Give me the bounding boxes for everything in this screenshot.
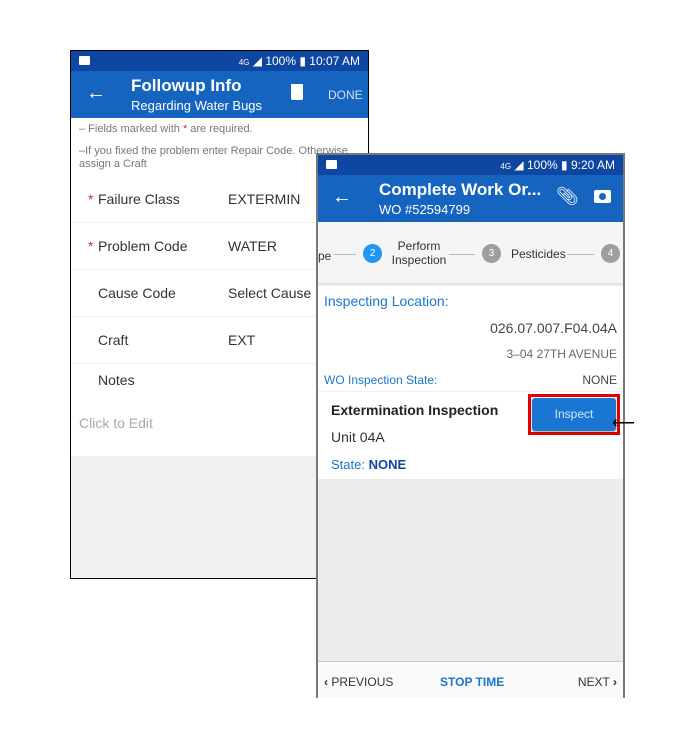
app-header: ← Followup Info Regarding Water Bugs DON… <box>71 71 368 118</box>
stepper: pe 2 Perform Inspection 3 Pesticides 4 <box>318 222 623 284</box>
complete-work-order-screen: 4G ◢ 100% ▮ 9:20 AM ← Complete Work Or..… <box>316 153 625 698</box>
page-title: Complete Work Or... <box>379 180 542 199</box>
address: 3–04 27TH AVENUE <box>506 347 617 361</box>
stop-time-button[interactable]: STOP TIME <box>440 675 504 689</box>
inspecting-location-label: Inspecting Location: <box>324 293 449 309</box>
footer-nav: ‹ PREVIOUS STOP TIME NEXT › <box>318 661 623 698</box>
previous-button[interactable]: ‹ PREVIOUS <box>324 675 393 689</box>
wo-inspection-state-label: WO Inspection State: <box>324 373 438 387</box>
page-title: Followup Info <box>131 76 242 95</box>
notes-input[interactable]: Click to Edit <box>79 415 153 431</box>
required-note: – Fields marked with * are required. <box>79 123 253 135</box>
app-header: ← Complete Work Or... WO #52594799 📎︎ <box>318 175 623 222</box>
gallery-icon <box>79 56 90 65</box>
step-2-label[interactable]: Perform Inspection <box>388 239 450 267</box>
location-code: 026.07.007.F04.04A <box>490 320 617 336</box>
step-3-label[interactable]: Pesticides <box>511 247 566 261</box>
done-button[interactable]: DONE <box>328 88 363 102</box>
work-order-number: WO #52594799 <box>379 202 471 217</box>
camera-icon[interactable] <box>594 190 611 203</box>
inspection-unit: Unit 04A <box>331 429 385 445</box>
inspection-title: Extermination Inspection <box>331 402 499 418</box>
status-info: 4G ◢ 100% ▮ 9:20 AM <box>500 158 615 172</box>
gallery-icon <box>326 160 337 169</box>
notes-label: Notes <box>98 372 135 388</box>
wo-inspection-state-value: NONE <box>582 373 617 387</box>
status-bar: 4G ◢ 100% ▮ 10:07 AM <box>71 51 368 71</box>
back-arrow-icon[interactable]: ← <box>86 82 106 105</box>
inspection-state: State: NONE <box>331 457 407 472</box>
pointer-arrow-icon: ⟵ <box>612 415 635 432</box>
step-previous-label: pe <box>318 249 332 263</box>
page-subtitle: Regarding Water Bugs <box>131 98 263 113</box>
step-3-circle[interactable]: 3 <box>482 244 501 263</box>
step-4-circle[interactable]: 4 <box>601 244 620 263</box>
inspect-button[interactable]: Inspect <box>532 398 616 431</box>
status-bar: 4G ◢ 100% ▮ 9:20 AM <box>318 155 623 175</box>
status-info: 4G ◢ 100% ▮ 10:07 AM <box>238 54 360 68</box>
step-2-circle[interactable]: 2 <box>363 244 382 263</box>
paperclip-icon[interactable]: 📎︎ <box>556 186 579 207</box>
back-arrow-icon[interactable]: ← <box>332 186 352 209</box>
location-panel: Inspecting Location: 026.07.007.F04.04A … <box>318 286 623 479</box>
trash-icon[interactable] <box>291 84 303 100</box>
next-button[interactable]: NEXT › <box>578 675 617 689</box>
